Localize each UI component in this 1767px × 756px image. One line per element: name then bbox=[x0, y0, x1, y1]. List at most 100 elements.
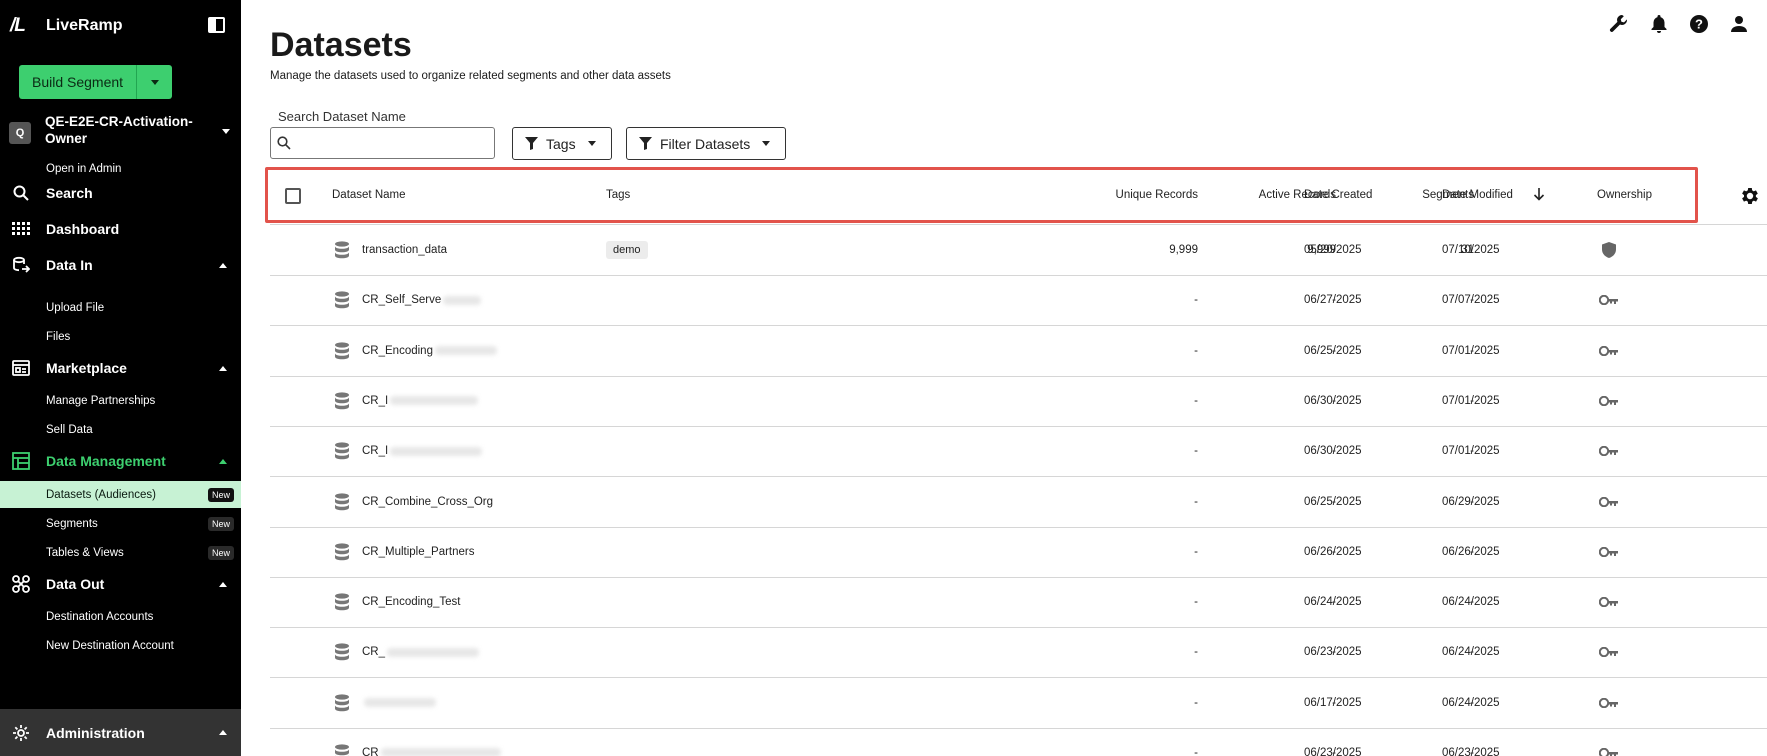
column-header-tags[interactable]: Tags bbox=[606, 189, 630, 201]
search-input[interactable] bbox=[297, 135, 494, 151]
sidebar-item-dashboard[interactable]: Dashboard bbox=[0, 215, 241, 243]
help-icon[interactable]: ? bbox=[1689, 14, 1709, 34]
dataset-name-link[interactable]: CR bbox=[362, 747, 501, 756]
redacted-text bbox=[390, 396, 479, 406]
unique-records-value: - bbox=[1194, 495, 1198, 508]
chevron-down-icon bbox=[762, 141, 771, 146]
sidebar: /L LiveRamp Build Segment Q QE-E2E-CR-Ac… bbox=[0, 0, 241, 756]
table-row[interactable]: CR_I - - -06/30/2025 07/01/2025 bbox=[270, 426, 1767, 478]
dataset-name-link[interactable]: CR_Multiple_Partners bbox=[362, 546, 475, 558]
database-icon bbox=[334, 643, 350, 661]
dataset-name-link[interactable]: CR_I bbox=[362, 395, 479, 407]
build-segment-menu-button[interactable] bbox=[136, 65, 172, 99]
table-row[interactable]: CR_ - - -06/23/2025 06/24/2025 bbox=[270, 627, 1767, 679]
unique-records-value: 9,999 bbox=[1169, 244, 1198, 256]
sidebar-item-label: Segments bbox=[46, 517, 98, 530]
sidebar-item-marketplace[interactable]: Marketplace bbox=[0, 354, 241, 382]
sidebar-item-upload-file[interactable]: Upload File bbox=[0, 294, 241, 321]
sidebar-item-tables-views[interactable]: Tables & Views New bbox=[0, 539, 241, 566]
sidebar-item-label: New Destination Account bbox=[46, 639, 174, 652]
sidebar-item-files[interactable]: Files bbox=[0, 323, 241, 350]
dataset-name-link[interactable]: CR_Self_Serve bbox=[362, 294, 482, 306]
filter-icon bbox=[639, 137, 652, 150]
sidebar-item-label: Dashboard bbox=[46, 221, 120, 237]
date-created-value: 06/24/2025 bbox=[1304, 596, 1362, 609]
date-modified-value: 07/01/2025 bbox=[1442, 445, 1500, 458]
shield-icon bbox=[1602, 242, 1616, 258]
column-header-date-modified[interactable]: Date Modified bbox=[1442, 189, 1513, 201]
sort-descending-icon[interactable] bbox=[1533, 187, 1545, 204]
dataset-name-link[interactable]: CR_Encoding bbox=[362, 345, 497, 357]
brand[interactable]: /L LiveRamp bbox=[10, 14, 122, 38]
sidebar-item-data-management[interactable]: Data Management bbox=[0, 447, 241, 475]
date-created-value: 06/23/2025 bbox=[1304, 646, 1362, 659]
database-icon bbox=[334, 341, 350, 360]
table-row[interactable]: - - -06/17/2025 06/24/2025 bbox=[270, 678, 1767, 729]
table-row[interactable]: CR_Multiple_Partners - - -06/26/2025 06/26/2… bbox=[270, 527, 1767, 578]
filter-icon bbox=[525, 137, 538, 150]
sidebar-item-datasets[interactable]: Datasets (Audiences) New bbox=[0, 481, 241, 508]
select-all-checkbox[interactable] bbox=[285, 188, 301, 204]
table-row[interactable]: CR_Self_Serve - - -06/27/2025 07/07/2025 bbox=[270, 275, 1767, 327]
redacted-text bbox=[380, 748, 501, 756]
dataset-name-link[interactable]: CR_Encoding_Test bbox=[362, 596, 460, 608]
liveramp-logo: /L bbox=[10, 15, 26, 36]
date-modified-value: 06/26/2025 bbox=[1442, 545, 1500, 558]
page-subtitle: Manage the datasets used to organize rel… bbox=[270, 70, 671, 82]
unique-records-value: - bbox=[1194, 344, 1198, 357]
table-row[interactable]: CR_I - - -06/30/2025 07/01/2025 bbox=[270, 376, 1767, 427]
unique-records-value: - bbox=[1194, 294, 1198, 307]
column-header-date-created[interactable]: Date Created bbox=[1304, 189, 1372, 201]
search-field[interactable] bbox=[270, 127, 495, 159]
column-header-ownership[interactable]: Ownership bbox=[1597, 189, 1652, 201]
sidebar-item-segments[interactable]: Segments New bbox=[0, 510, 241, 537]
sidebar-item-manage-partnerships[interactable]: Manage Partnerships bbox=[0, 387, 241, 414]
build-segment-button[interactable]: Build Segment bbox=[19, 65, 172, 99]
table-row[interactable]: CR_Combine_Cross_Org - - -06/25/2025 06/29/2… bbox=[270, 477, 1767, 528]
dataset-name-link[interactable]: CR_Combine_Cross_Org bbox=[362, 496, 493, 508]
unique-records-value: - bbox=[1194, 545, 1198, 558]
open-in-admin-link[interactable]: Open in Admin bbox=[46, 163, 121, 175]
sidebar-item-new-destination-account[interactable]: New Destination Account bbox=[0, 632, 241, 659]
tag-chip[interactable]: demo bbox=[606, 241, 648, 259]
table-row[interactable]: CR_Encoding_Test - - -06/24/2025 06/24/2025 bbox=[270, 577, 1767, 629]
sidebar-item-data-out[interactable]: Data Out bbox=[0, 570, 241, 598]
org-switcher[interactable]: Q QE-E2E-CR-Activation-Owner bbox=[9, 113, 234, 153]
user-icon[interactable] bbox=[1729, 14, 1749, 34]
wrench-icon[interactable] bbox=[1609, 14, 1629, 34]
sidebar-collapse-icon[interactable] bbox=[208, 17, 225, 33]
sidebar-item-search[interactable]: Search bbox=[0, 179, 241, 207]
database-icon bbox=[334, 492, 350, 511]
table-row[interactable]: CR_Encoding - - -06/25/2025 07/01/2025 bbox=[270, 326, 1767, 377]
key-icon bbox=[1599, 546, 1619, 557]
key-icon bbox=[1599, 446, 1619, 457]
dataset-name: CR bbox=[362, 747, 379, 756]
chevron-down-icon bbox=[150, 79, 159, 85]
table-settings-gear-icon[interactable] bbox=[1739, 185, 1761, 207]
unique-records-value: - bbox=[1194, 445, 1198, 458]
dataset-name: CR_I bbox=[362, 445, 389, 458]
sidebar-item-destination-accounts[interactable]: Destination Accounts bbox=[0, 603, 241, 630]
dataset-name-link[interactable]: CR_ bbox=[362, 646, 480, 658]
dataset-name-link[interactable] bbox=[362, 697, 436, 709]
sidebar-item-data-in[interactable]: Data In bbox=[0, 251, 241, 279]
sidebar-item-label: Data Out bbox=[46, 576, 105, 592]
column-header-dataset-name[interactable]: Dataset Name bbox=[332, 189, 406, 201]
tags-filter-button[interactable]: Tags bbox=[512, 127, 612, 160]
sidebar-item-administration[interactable]: Administration bbox=[0, 709, 241, 756]
filter-datasets-label: Filter Datasets bbox=[660, 135, 751, 152]
table-row[interactable]: transaction_data demo 9,999 9,999 31 05/20/20… bbox=[270, 225, 1767, 276]
dataset-name-link[interactable]: transaction_data bbox=[362, 244, 447, 256]
redacted-text bbox=[387, 647, 480, 657]
bell-icon[interactable] bbox=[1649, 14, 1669, 34]
filter-datasets-button[interactable]: Filter Datasets bbox=[626, 127, 786, 160]
table-row[interactable]: CR - - -06/23/2025 06/23/2025 bbox=[270, 728, 1767, 756]
column-header-unique-records[interactable]: Unique Records bbox=[1116, 189, 1198, 201]
sidebar-item-label: Destination Accounts bbox=[46, 610, 154, 623]
date-created-value: 06/25/2025 bbox=[1304, 344, 1362, 357]
sidebar-item-sell-data[interactable]: Sell Data bbox=[0, 416, 241, 443]
page-title: Datasets bbox=[270, 26, 412, 64]
database-icon bbox=[334, 593, 350, 611]
redacted-text bbox=[443, 295, 482, 305]
dataset-name-link[interactable]: CR_I bbox=[362, 445, 483, 458]
